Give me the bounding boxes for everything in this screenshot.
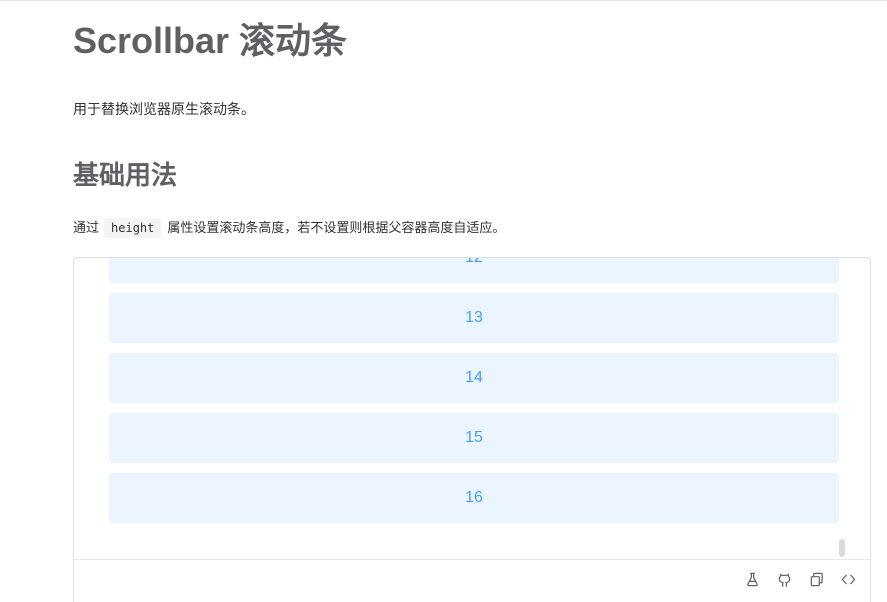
page-title: Scrollbar 滚动条 bbox=[73, 20, 348, 61]
page-description: 用于替换浏览器原生滚动条。 bbox=[73, 101, 255, 117]
vertical-scrollbar-track[interactable] bbox=[839, 260, 845, 557]
section-description: 通过 height 属性设置滚动条高度，若不设置则根据父容器高度自适应。 bbox=[73, 218, 505, 238]
demo-control-bar bbox=[74, 559, 870, 602]
copy-icon[interactable] bbox=[807, 570, 825, 588]
section-desc-suffix: 属性设置滚动条高度，若不设置则根据父容器高度自适应。 bbox=[167, 220, 506, 235]
scroll-item: 15 bbox=[109, 413, 839, 463]
scroll-list: 12 13 14 15 16 bbox=[109, 258, 839, 533]
scroll-item: 12 bbox=[109, 258, 839, 283]
github-icon[interactable] bbox=[775, 570, 793, 588]
demo-actions bbox=[743, 570, 857, 588]
vertical-scrollbar-thumb[interactable] bbox=[839, 539, 845, 557]
demo-block: 12 13 14 15 16 bbox=[73, 257, 871, 602]
scroll-item: 14 bbox=[109, 353, 839, 403]
scrollbar-viewport[interactable]: 12 13 14 15 16 bbox=[109, 258, 839, 559]
section-heading: 基础用法 bbox=[73, 160, 178, 190]
section-desc-prefix: 通过 bbox=[73, 220, 100, 235]
scroll-item: 16 bbox=[109, 473, 839, 523]
demo-source: 12 13 14 15 16 bbox=[74, 258, 870, 559]
flask-icon[interactable] bbox=[743, 570, 761, 588]
scroll-item: 13 bbox=[109, 293, 839, 343]
top-divider bbox=[0, 0, 887, 1]
code-icon[interactable] bbox=[839, 570, 857, 588]
inline-code: height bbox=[104, 218, 162, 238]
